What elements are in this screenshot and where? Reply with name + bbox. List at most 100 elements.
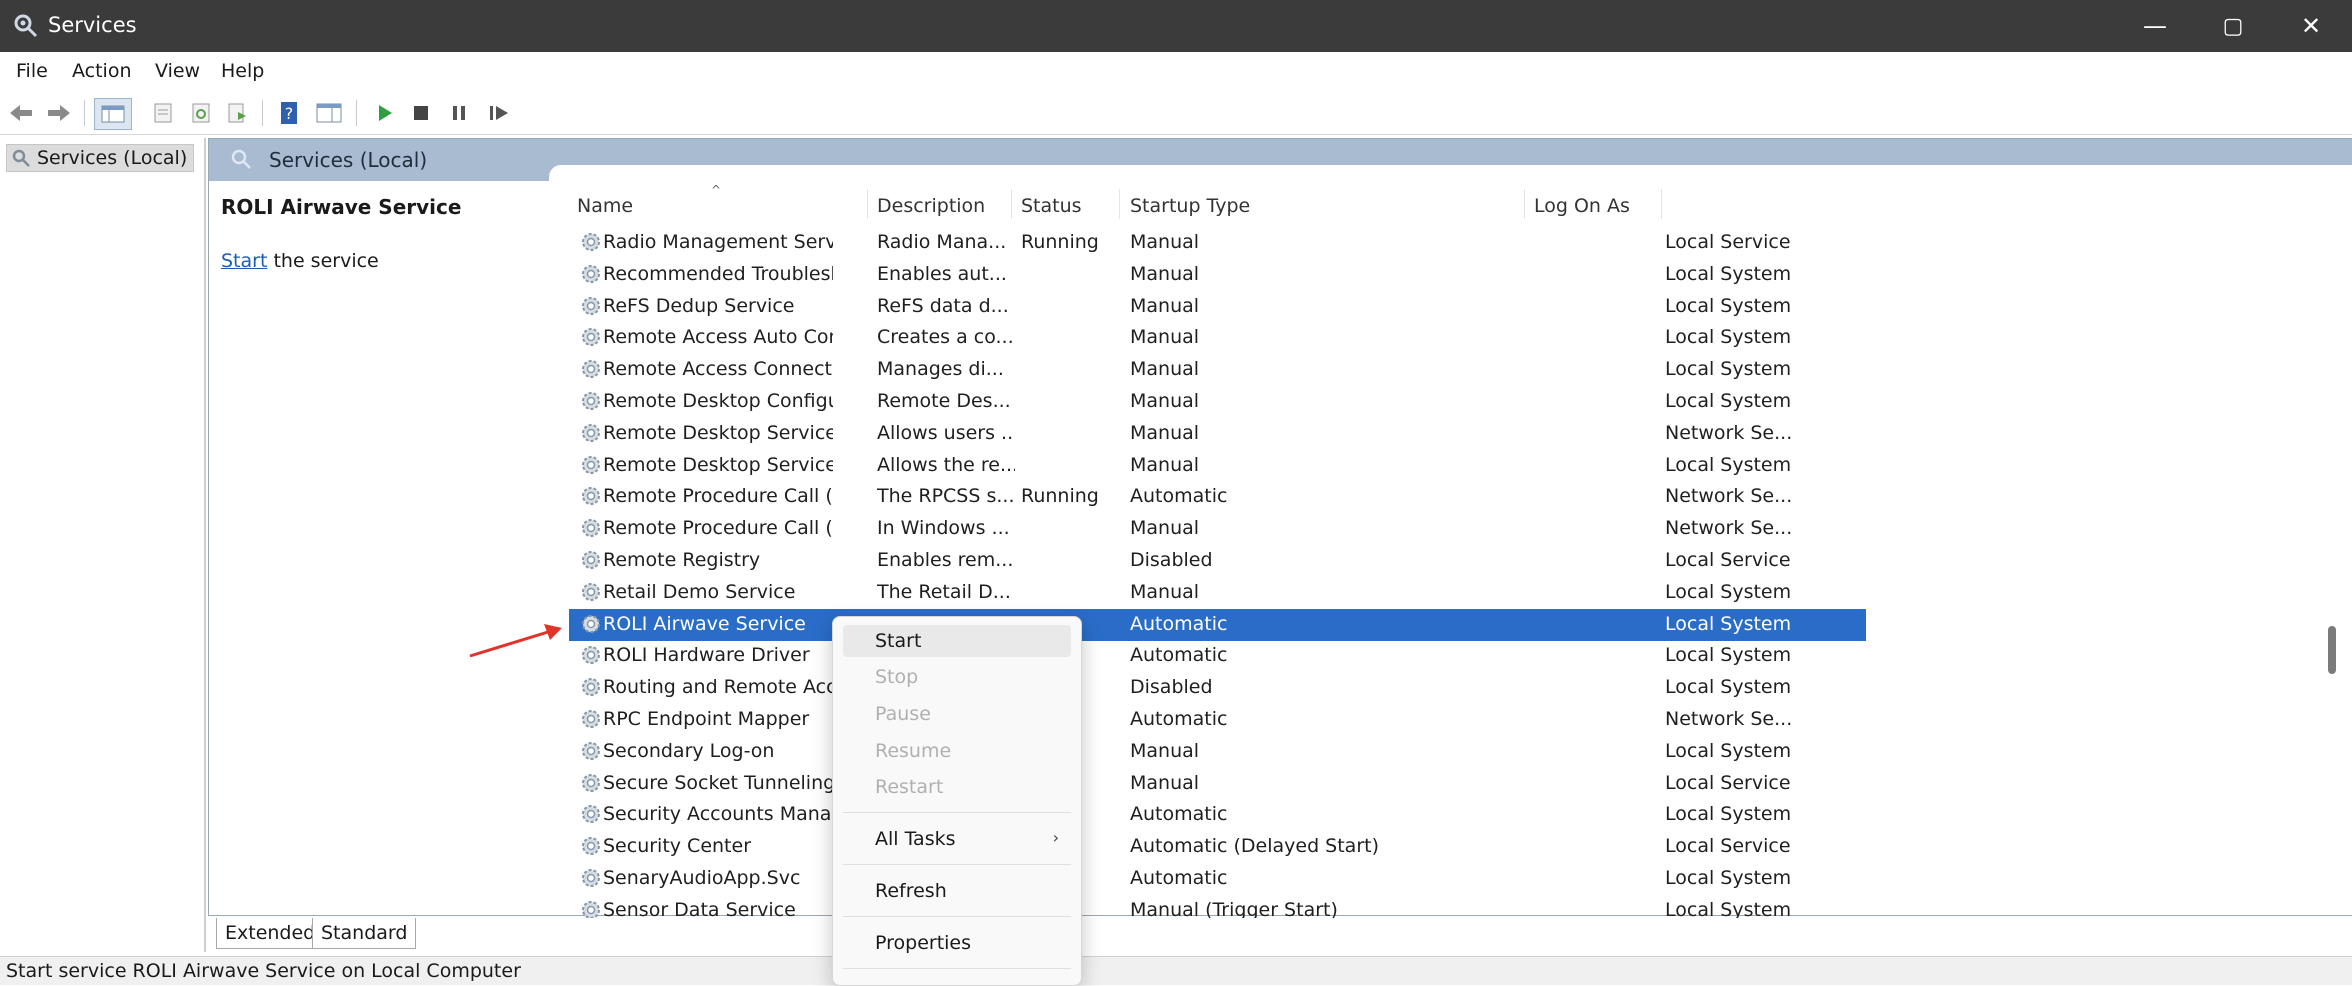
service-description-cell: Creates a co... xyxy=(877,326,1014,349)
service-startup-type-cell: Manual xyxy=(1130,358,1200,381)
service-logon-cell: Local System xyxy=(1665,612,1792,635)
pause-service-icon[interactable] xyxy=(444,98,474,128)
table-row[interactable]: Remote Access Auto Connec... Creates a co… xyxy=(569,322,1866,354)
maximize-button[interactable]: ▢ xyxy=(2194,0,2272,52)
table-row[interactable]: Remote Desktop Services Us... Allows the … xyxy=(569,450,1866,482)
table-row[interactable]: Remote Procedure Call (RPC) The RPCSS s..… xyxy=(569,481,1866,513)
sort-ascending-icon: ^ xyxy=(711,183,722,197)
service-gear-icon xyxy=(579,866,603,890)
table-row[interactable]: Retail Demo Service The Retail D... Manual… xyxy=(569,577,1866,609)
close-button[interactable]: ✕ xyxy=(2272,0,2350,52)
table-row[interactable]: RPC Endpoint MappergAutomaticNetwork Se.… xyxy=(569,704,1866,736)
service-startup-type-cell: Manual xyxy=(1130,326,1200,349)
service-logon-cell: Local Service xyxy=(1665,231,1791,253)
column-header-log-on-as[interactable]: Log On As xyxy=(1534,195,1630,217)
console-tree-pane: Services (Local) xyxy=(0,138,206,952)
service-name-cell: RPC Endpoint Mapper xyxy=(603,708,810,730)
export-list-icon[interactable] xyxy=(222,98,252,128)
back-arrow-icon[interactable] xyxy=(6,98,36,128)
main-header: Services (Local) xyxy=(209,139,2352,181)
context-menu-resume[interactable]: Resume xyxy=(843,735,1071,767)
service-gear-icon xyxy=(579,325,603,349)
properties-icon[interactable] xyxy=(148,98,178,128)
table-row[interactable]: Remote Desktop Services Allows users ... M… xyxy=(569,418,1866,450)
service-name-cell: Secure Socket Tunneling P xyxy=(603,771,833,794)
table-row-selected[interactable]: ROLI Airwave Service Automatic Local Syste… xyxy=(569,608,1866,641)
tab-standard[interactable]: Standard xyxy=(312,918,417,949)
context-menu-restart[interactable]: Restart xyxy=(843,771,1071,803)
minimize-button[interactable]: — xyxy=(2116,0,2194,52)
table-row[interactable]: Routing and Remote Acces Disabled Local Sy… xyxy=(569,672,1866,704)
selected-service-title: ROLI Airwave Service xyxy=(221,195,462,219)
title-bar: Services — ▢ ✕ xyxy=(0,0,2352,52)
service-description-cell: Allows the re... xyxy=(877,453,1015,476)
context-menu-stop[interactable]: Stop xyxy=(843,661,1071,693)
tab-extended[interactable]: Extended xyxy=(216,918,325,949)
table-row[interactable]: Secure Socket Tunneling P Manual Local Ser… xyxy=(569,768,1866,800)
service-logon-cell: Local System xyxy=(1665,453,1792,476)
service-logon-cell: Local Service xyxy=(1665,549,1791,571)
context-menu-all-tasks[interactable]: All Tasks › xyxy=(843,823,1071,855)
start-service-link[interactable]: Start xyxy=(221,250,267,272)
table-row[interactable]: Remote Registry Enables rem... Disabled Loc… xyxy=(569,545,1866,577)
table-row[interactable]: Recommended Troubleshoo... Enables aut...… xyxy=(569,259,1866,291)
vertical-scrollbar[interactable] xyxy=(2328,626,2336,674)
service-gear-icon xyxy=(579,802,603,826)
service-name-cell: Security Accounts Manage xyxy=(603,803,833,826)
window-title: Services xyxy=(48,13,137,37)
service-startup-type-cell: Manual xyxy=(1130,453,1200,476)
status-bar: Start service ROLI Airwave Service on Lo… xyxy=(0,956,2352,985)
context-menu-start[interactable]: Start xyxy=(843,625,1071,657)
show-hide-action-pane-icon[interactable] xyxy=(314,98,344,128)
service-gear-icon xyxy=(579,834,603,858)
menu-file[interactable]: File xyxy=(16,60,48,82)
table-row[interactable]: Remote Access Connection ... Manages di..… xyxy=(569,354,1866,386)
table-row[interactable]: Radio Management Service Radio Mana... Run… xyxy=(569,227,1866,259)
start-service-icon[interactable] xyxy=(370,98,400,128)
help-icon[interactable]: ? xyxy=(274,98,304,128)
menu-view[interactable]: View xyxy=(155,60,200,82)
service-gear-icon xyxy=(579,675,603,699)
refresh-icon[interactable] xyxy=(186,98,216,128)
column-header-name[interactable]: Name xyxy=(577,195,633,217)
column-header-description[interactable]: Description xyxy=(877,195,985,217)
service-name-cell: ROLI Hardware Driver xyxy=(603,644,810,667)
table-row[interactable]: ROLI Hardware DrivergAutomaticLocal Syst… xyxy=(569,640,1866,672)
context-menu-pause[interactable]: Pause xyxy=(843,698,1071,730)
submenu-chevron-icon: › xyxy=(1052,828,1059,847)
service-name-cell: Secondary Log-on xyxy=(603,739,775,762)
restart-service-icon[interactable] xyxy=(484,98,514,128)
service-logon-cell: Local System xyxy=(1665,803,1792,826)
service-logon-cell: Local System xyxy=(1665,326,1792,349)
context-menu-properties[interactable]: Properties xyxy=(843,927,1071,959)
context-menu-refresh[interactable]: Refresh xyxy=(843,875,1071,907)
menu-action[interactable]: Action xyxy=(72,60,132,82)
tree-item-services-local[interactable]: Services (Local) xyxy=(6,144,195,172)
table-row[interactable]: Remote Desktop Configurati... Remote Des.… xyxy=(569,386,1866,418)
service-description-cell: ReFS data d... xyxy=(877,294,1009,317)
service-gear-icon xyxy=(579,580,603,604)
service-name-cell: ReFS Dedup Service xyxy=(603,294,795,317)
column-header-startup-type[interactable]: Startup Type xyxy=(1130,195,1250,217)
table-row[interactable]: Security Accounts ManagegAutomaticLocal … xyxy=(569,799,1866,831)
table-row[interactable]: Secondary Log-on Manual Local System xyxy=(569,736,1866,768)
service-logon-cell: Network Se... xyxy=(1665,708,1793,730)
main-header-title: Services (Local) xyxy=(269,148,428,172)
stop-service-icon[interactable] xyxy=(406,98,436,128)
table-row[interactable]: ReFS Dedup Service ReFS data d... Manual Lo… xyxy=(569,291,1866,323)
toolbar: ? xyxy=(0,92,2352,135)
show-console-tree-icon[interactable] xyxy=(94,98,132,130)
menu-help[interactable]: Help xyxy=(221,60,264,82)
service-startup-type-cell: Automatic xyxy=(1130,803,1228,826)
service-status-cell: Running xyxy=(1021,231,1099,253)
table-row[interactable]: Remote Procedure Call (RPC)... In Windows… xyxy=(569,513,1866,545)
forward-arrow-icon[interactable] xyxy=(44,98,74,128)
table-row[interactable]: SenaryAudioApp.SvcgAutomaticLocal System xyxy=(569,863,1866,895)
column-header-status[interactable]: Status xyxy=(1021,195,1082,217)
service-startup-type-cell: Manual xyxy=(1130,580,1200,603)
table-row[interactable]: Security CentergAutomatic (Delayed Start… xyxy=(569,831,1866,863)
annotation-arrow xyxy=(469,624,562,658)
service-startup-type-cell: Automatic xyxy=(1130,644,1228,667)
service-description-cell: The Retail D... xyxy=(877,580,1011,603)
service-name-cell: ROLI Airwave Service xyxy=(603,612,806,635)
